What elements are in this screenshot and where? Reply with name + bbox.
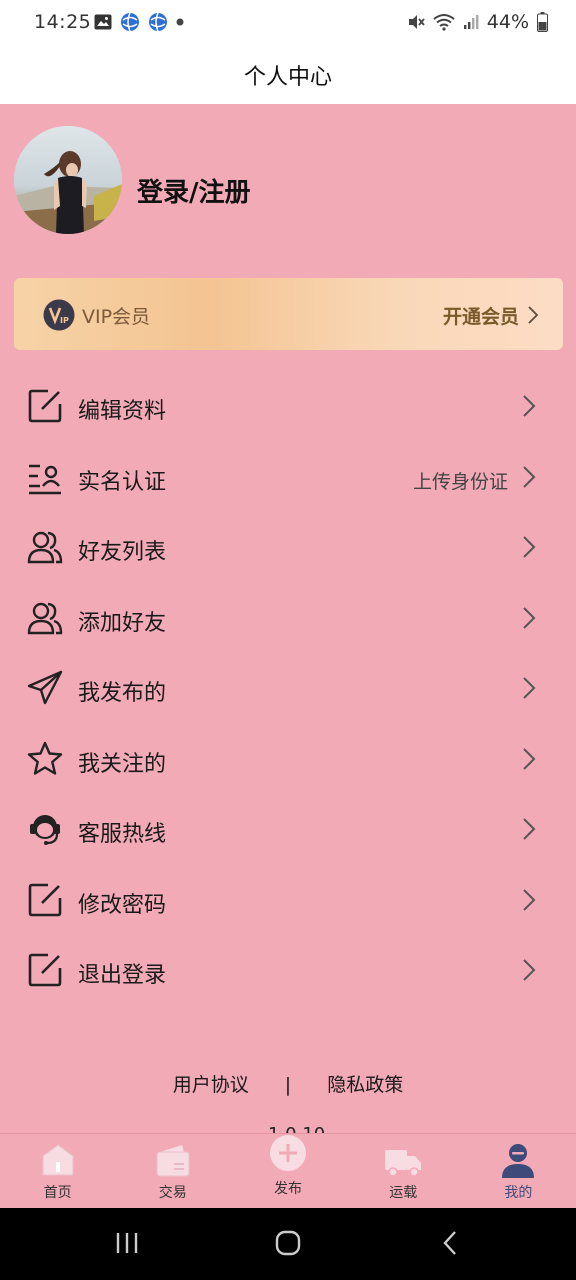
vip-open-button[interactable]: 开通会员 bbox=[443, 302, 519, 329]
edit-icon bbox=[28, 953, 62, 987]
signal-icon bbox=[463, 15, 479, 29]
menu-item-label: 编辑资料 bbox=[78, 399, 167, 424]
add-user-icon bbox=[27, 602, 63, 634]
plus-circle-icon bbox=[270, 1135, 306, 1171]
globe-icon bbox=[121, 12, 139, 32]
menu-item-real-name-verification[interactable]: 实名认证 上传身份证 bbox=[0, 442, 576, 513]
menu-item-my-follows[interactable]: 我关注的 bbox=[0, 724, 576, 795]
profile-icon bbox=[502, 1144, 535, 1178]
chevron-right-icon bbox=[523, 888, 536, 911]
tab-label: 首页 bbox=[43, 1185, 72, 1201]
menu-item-label: 客服热线 bbox=[78, 822, 167, 847]
tab-home[interactable]: 首页 bbox=[0, 1134, 115, 1209]
page-title: 个人中心 bbox=[243, 65, 332, 90]
profile-section[interactable]: 登录/注册 bbox=[14, 126, 554, 236]
tab-trade[interactable]: 交易 bbox=[115, 1134, 230, 1209]
chevron-right-icon bbox=[523, 395, 536, 417]
chevron-right-icon bbox=[523, 536, 536, 558]
vip-label: VIP会员 bbox=[82, 306, 151, 328]
dot-icon bbox=[176, 18, 184, 26]
footer-links: 用户协议 | 隐私政策 bbox=[0, 1070, 576, 1097]
svg-text:IP: IP bbox=[60, 316, 69, 325]
tab-label: 我的 bbox=[504, 1185, 533, 1201]
privacy-policy-link[interactable]: 隐私政策 bbox=[327, 1070, 403, 1097]
menu-item-friend-list[interactable]: 好友列表 bbox=[0, 512, 576, 583]
bottom-tab-bar: 首页 交易 发布 运载 我的 bbox=[0, 1133, 576, 1209]
globe-icon bbox=[149, 12, 167, 32]
image-icon bbox=[94, 14, 112, 30]
avatar[interactable] bbox=[14, 126, 122, 234]
menu-item-label: 退出登录 bbox=[78, 963, 167, 988]
user-agreement-link[interactable]: 用户协议 bbox=[173, 1070, 249, 1097]
edit-icon bbox=[28, 883, 62, 916]
menu-item-label: 实名认证 bbox=[78, 469, 167, 495]
send-icon bbox=[27, 670, 63, 705]
menu-item-value: 上传身份证 bbox=[412, 470, 508, 493]
menu-item-add-friend[interactable]: 添加好友 bbox=[0, 583, 576, 654]
tab-mine[interactable]: 我的 bbox=[461, 1134, 576, 1209]
headset-icon bbox=[30, 815, 60, 845]
chevron-right-icon bbox=[523, 818, 536, 840]
chevron-right-icon bbox=[528, 306, 538, 324]
menu-item-edit-profile[interactable]: 编辑资料 bbox=[0, 371, 576, 442]
menu-item-my-posts[interactable]: 我发布的 bbox=[0, 653, 576, 724]
home-button-icon[interactable] bbox=[274, 1228, 302, 1258]
chevron-right-icon bbox=[523, 465, 536, 488]
menu-item-label: 好友列表 bbox=[78, 540, 167, 565]
chevron-right-icon bbox=[523, 747, 536, 770]
chevron-right-icon bbox=[523, 606, 536, 629]
wifi-icon bbox=[433, 14, 455, 31]
mute-icon bbox=[408, 15, 425, 29]
recent-apps-icon[interactable] bbox=[114, 1228, 140, 1258]
truck-icon bbox=[385, 1150, 422, 1177]
menu-item-label: 我关注的 bbox=[78, 751, 167, 777]
tab-publish[interactable]: 发布 bbox=[230, 1134, 345, 1209]
menu-item-customer-hotline[interactable]: 客服热线 bbox=[0, 794, 576, 865]
edit-icon bbox=[28, 389, 62, 423]
wallet-icon bbox=[156, 1145, 190, 1177]
status-bar: 14:25 44% bbox=[0, 0, 576, 46]
menu-item-label: 我发布的 bbox=[78, 681, 167, 706]
tab-label: 运载 bbox=[389, 1185, 418, 1201]
version-text: 1.0.10 bbox=[268, 1124, 325, 1133]
menu-item-change-password[interactable]: 修改密码 bbox=[0, 865, 576, 936]
menu-item-logout[interactable]: 退出登录 bbox=[0, 935, 576, 1006]
footer-separator: | bbox=[284, 1074, 292, 1096]
battery-level: 44% bbox=[486, 11, 529, 33]
tab-transport[interactable]: 运载 bbox=[346, 1134, 461, 1209]
id-card-icon bbox=[29, 464, 61, 494]
login-register-link[interactable]: 登录/注册 bbox=[137, 172, 251, 209]
menu-item-label: 添加好友 bbox=[78, 610, 167, 636]
star-icon bbox=[27, 741, 63, 775]
chevron-right-icon bbox=[523, 677, 536, 699]
battery-icon bbox=[537, 12, 548, 32]
status-time: 14:25 bbox=[34, 11, 92, 33]
home-icon bbox=[42, 1144, 74, 1176]
app-header: 个人中心 bbox=[0, 46, 576, 104]
menu-list: 编辑资料 实名认证 上传身份证 好友列表 添加好友 我发布的 我关注的 客服热线… bbox=[0, 371, 576, 1006]
chevron-right-icon bbox=[523, 959, 536, 981]
users-icon bbox=[27, 531, 63, 564]
system-nav-bar bbox=[0, 1208, 576, 1280]
vip-card[interactable]: IP VIP会员 开通会员 bbox=[14, 278, 563, 350]
tab-label: 发布 bbox=[274, 1181, 302, 1197]
back-icon[interactable] bbox=[440, 1228, 460, 1258]
menu-item-label: 修改密码 bbox=[78, 892, 167, 918]
vip-badge-icon: IP bbox=[43, 299, 75, 331]
tab-label: 交易 bbox=[158, 1185, 187, 1201]
